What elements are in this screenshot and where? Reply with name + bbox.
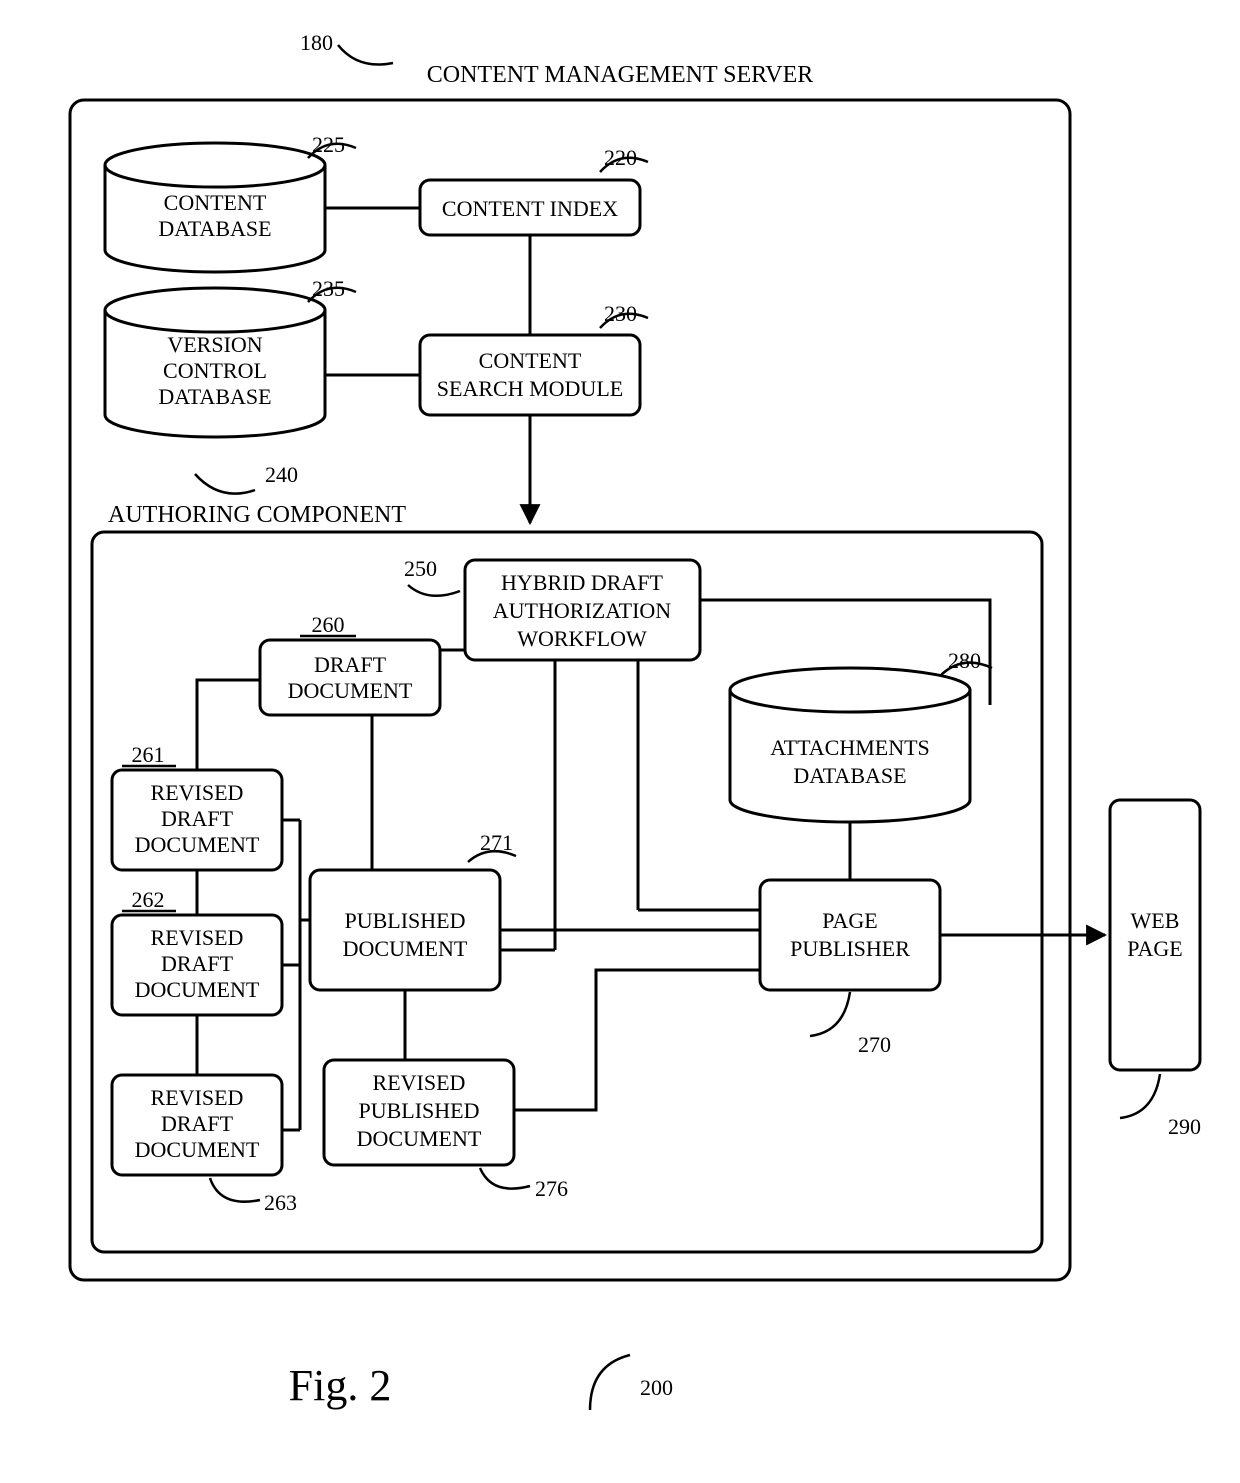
ref-225: 225 bbox=[312, 132, 345, 157]
leader-180 bbox=[338, 45, 393, 65]
rev1-label-1: REVISED bbox=[151, 780, 244, 805]
rev2-label-1: REVISED bbox=[151, 925, 244, 950]
revpub-label-2: PUBLISHED bbox=[358, 1098, 479, 1123]
ref-200: 200 bbox=[640, 1375, 673, 1400]
ref-260: 260 bbox=[312, 612, 345, 637]
search-module-box bbox=[420, 335, 640, 415]
vcdb-label-3: DATABASE bbox=[158, 384, 271, 409]
rev1-label-3: DOCUMENT bbox=[135, 832, 260, 857]
leader-290 bbox=[1120, 1074, 1160, 1118]
rev3-label-1: REVISED bbox=[151, 1085, 244, 1110]
page-publisher-box bbox=[760, 880, 940, 990]
workflow-label-3: WORKFLOW bbox=[517, 626, 647, 651]
ref-220: 220 bbox=[604, 145, 637, 170]
pagepub-label-1: PAGE bbox=[822, 908, 877, 933]
draft-label-2: DOCUMENT bbox=[288, 678, 413, 703]
content-index-label: CONTENT INDEX bbox=[442, 196, 618, 221]
pagepub-label-2: PUBLISHER bbox=[790, 936, 910, 961]
server-title: CONTENT MANAGEMENT SERVER bbox=[427, 62, 814, 88]
workflow-label-1: HYBRID DRAFT bbox=[501, 570, 664, 595]
content-database: CONTENT DATABASE bbox=[105, 143, 325, 272]
attachments-database: ATTACHMENTS DATABASE bbox=[730, 668, 970, 822]
ref-290: 290 bbox=[1168, 1114, 1201, 1139]
ref-263: 263 bbox=[264, 1190, 297, 1215]
leader-263 bbox=[210, 1178, 260, 1202]
ref-262: 262 bbox=[132, 887, 165, 912]
draft-label-1: DRAFT bbox=[314, 652, 387, 677]
search-label-2: SEARCH MODULE bbox=[437, 376, 623, 401]
ref-280: 280 bbox=[948, 648, 981, 673]
rev2-label-2: DRAFT bbox=[161, 951, 234, 976]
ref-250: 250 bbox=[404, 556, 437, 581]
rev2-label-3: DOCUMENT bbox=[135, 977, 260, 1002]
revpub-label-3: DOCUMENT bbox=[357, 1126, 482, 1151]
ref-235: 235 bbox=[312, 276, 345, 301]
attachdb-label-1: ATTACHMENTS bbox=[770, 735, 930, 760]
vcdb-label-1: VERSION bbox=[167, 332, 262, 357]
version-control-database: VERSION CONTROL DATABASE bbox=[105, 288, 325, 437]
published-label-2: DOCUMENT bbox=[343, 936, 468, 961]
content-db-label-2: DATABASE bbox=[158, 216, 271, 241]
webpage-label-1: WEB bbox=[1131, 908, 1180, 933]
leader-240 bbox=[195, 474, 255, 494]
ref-270: 270 bbox=[858, 1032, 891, 1057]
conn-revpub-pagepub bbox=[514, 970, 760, 1110]
ref-240: 240 bbox=[265, 462, 298, 487]
leader-276 bbox=[480, 1168, 530, 1189]
published-label-1: PUBLISHED bbox=[344, 908, 465, 933]
authoring-title: AUTHORING COMPONENT bbox=[108, 502, 406, 528]
conn-draft-rev1 bbox=[197, 680, 260, 770]
web-page-box bbox=[1110, 800, 1200, 1070]
ref-230: 230 bbox=[604, 301, 637, 326]
leader-250 bbox=[408, 585, 460, 596]
ref-180: 180 bbox=[300, 30, 333, 55]
ref-276: 276 bbox=[535, 1176, 568, 1201]
search-label-1: CONTENT bbox=[479, 348, 582, 373]
leader-200 bbox=[590, 1355, 630, 1410]
content-db-label-1: CONTENT bbox=[164, 190, 267, 215]
attachdb-label-2: DATABASE bbox=[793, 763, 906, 788]
rev3-label-2: DRAFT bbox=[161, 1111, 234, 1136]
leader-270 bbox=[810, 992, 850, 1036]
conn-workflow-attachdb bbox=[700, 600, 990, 705]
vcdb-label-2: CONTROL bbox=[163, 358, 267, 383]
workflow-label-2: AUTHORIZATION bbox=[493, 598, 672, 623]
ref-261: 261 bbox=[132, 742, 165, 767]
rev3-label-3: DOCUMENT bbox=[135, 1137, 260, 1162]
webpage-label-2: PAGE bbox=[1127, 936, 1182, 961]
ref-271: 271 bbox=[480, 830, 513, 855]
revpub-label-1: REVISED bbox=[373, 1070, 466, 1095]
rev1-label-2: DRAFT bbox=[161, 806, 234, 831]
figure-caption: Fig. 2 bbox=[289, 1361, 392, 1410]
patent-diagram: CONTENT MANAGEMENT SERVER 180 CONTENT DA… bbox=[0, 0, 1240, 1483]
